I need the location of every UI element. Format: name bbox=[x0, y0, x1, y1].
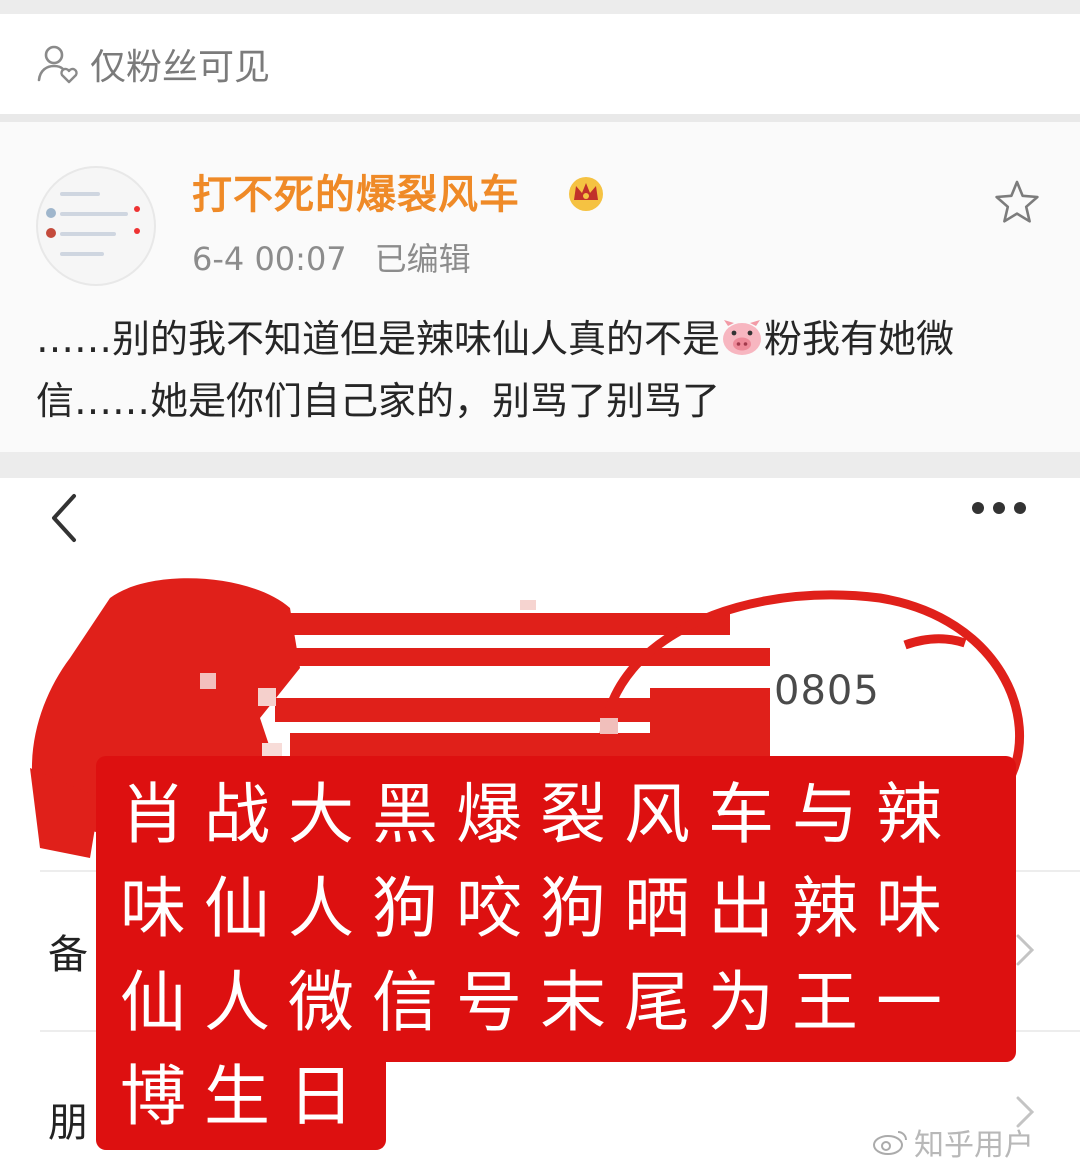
crown-icon bbox=[569, 177, 603, 211]
fans-only-icon bbox=[37, 45, 78, 84]
post-text-part1: ……别的我不知道但是辣味仙人真的不是 bbox=[36, 317, 721, 361]
moments-row-label[interactable]: 朋 bbox=[48, 1090, 88, 1148]
top-separator bbox=[0, 0, 1080, 14]
caption-text: 肖战大黑爆裂风车与辣味仙人狗咬狗晒出辣味仙人微信号末尾为王一博生日 bbox=[120, 776, 960, 1135]
section-separator-2 bbox=[0, 452, 1080, 478]
weibo-post: 打不死的爆裂风车 6-4 00:07 已编辑 ……别的我不知道但是辣味仙人真的不是… bbox=[0, 122, 1080, 452]
edited-label[interactable]: 已编辑 bbox=[375, 240, 471, 278]
section-separator bbox=[0, 114, 1080, 122]
visibility-label: 仅粉丝可见 bbox=[90, 47, 271, 88]
star-icon[interactable] bbox=[990, 176, 1044, 230]
wechat-id-suffix: 0805 bbox=[774, 668, 880, 714]
watermark-text: 知乎用户 bbox=[914, 1128, 1034, 1163]
post-time: 6-4 00:07 bbox=[192, 240, 347, 278]
pig-icon bbox=[723, 320, 762, 355]
watermark: 知乎用户 bbox=[872, 1120, 1034, 1164]
username[interactable]: 打不死的爆裂风车 bbox=[192, 162, 520, 220]
more-dots-icon[interactable] bbox=[968, 498, 1030, 518]
remark-row-label[interactable]: 备 bbox=[48, 922, 88, 980]
weibo-logo-icon bbox=[873, 1131, 907, 1155]
post-text: ……别的我不知道但是辣味仙人真的不是 粉我有她微信……她是你们自己家的，别骂了别… bbox=[36, 308, 1046, 432]
visibility-indicator: 仅粉丝可见 bbox=[0, 14, 1080, 114]
caption-overlay: 肖战大黑爆裂风车与辣味仙人狗咬狗晒出辣味仙人微信号末尾为王一博生日 bbox=[96, 756, 1016, 1156]
avatar[interactable] bbox=[36, 166, 156, 286]
post-meta: 6-4 00:07 已编辑 bbox=[192, 234, 471, 280]
